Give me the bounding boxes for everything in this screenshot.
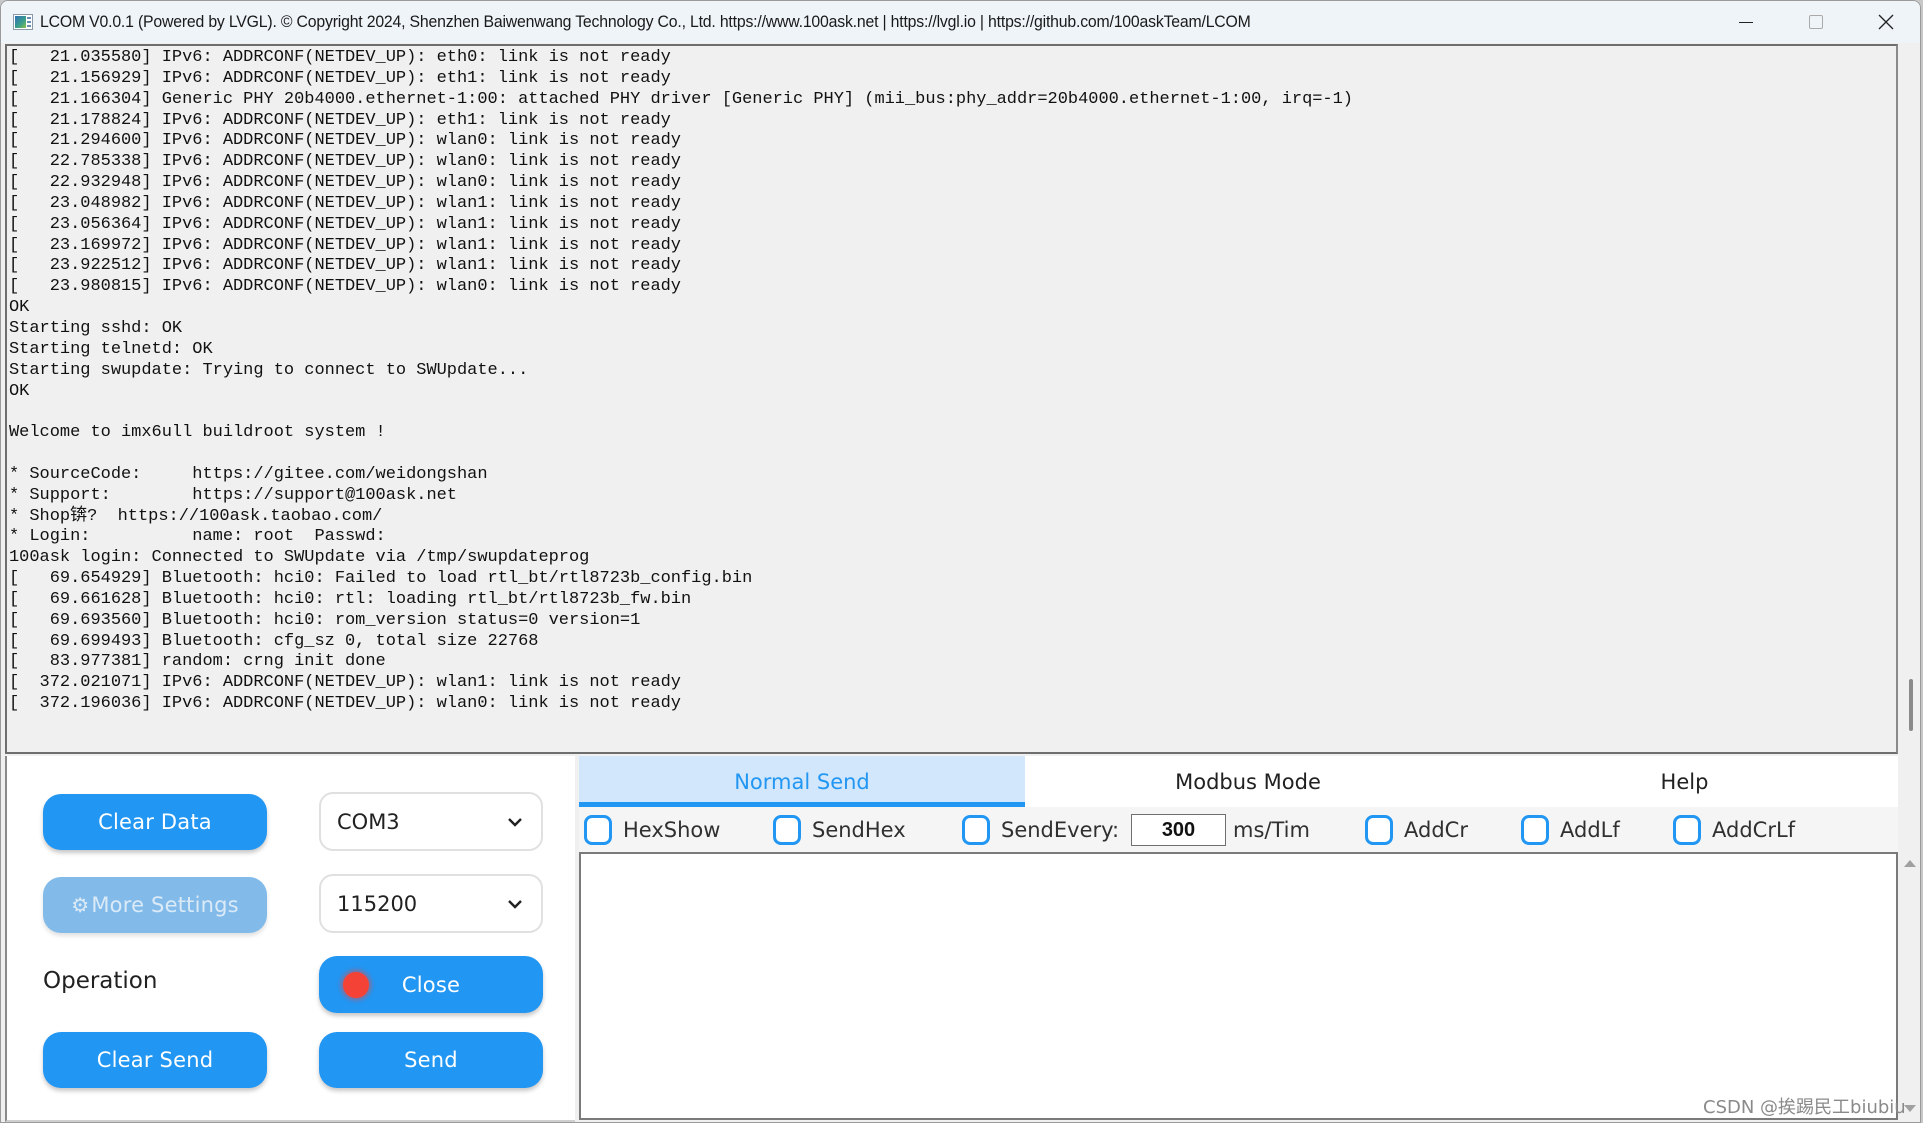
window-title: LCOM V0.0.1 (Powered by LVGL). © Copyrig… [40,12,1251,31]
chevron-down-icon [508,900,522,909]
sendhex-checkbox[interactable]: SendHex [773,814,906,846]
close-window-button[interactable] [1851,1,1920,43]
send-interval-unit: ms/Tim [1233,818,1310,842]
log-line: [ 21.294600] IPv6: ADDRCONF(NETDEV_UP): … [9,131,681,151]
log-line: [ 23.056364] IPv6: ADDRCONF(NETDEV_UP): … [9,214,681,234]
log-line: [ 83.977381] random: crng init done [9,652,386,672]
port-select[interactable]: COM3 [319,792,543,851]
receive-log[interactable]: [ 21.035580] IPv6: ADDRCONF(NETDEV_UP): … [5,44,1898,754]
log-line: [ 21.156929] IPv6: ADDRCONF(NETDEV_UP): … [9,68,671,88]
sendevery-checkbox[interactable]: SendEvery: [962,814,1119,846]
clear-data-label: Clear Data [98,810,212,834]
tab-normal-send[interactable]: Normal Send [579,756,1025,807]
send-button[interactable]: Send [319,1032,543,1088]
clear-send-label: Clear Send [96,1048,214,1072]
gear-icon: ⚙ [71,893,90,917]
send-interval-input[interactable] [1131,814,1226,846]
log-line: [ 23.980815] IPv6: ADDRCONF(NETDEV_UP): … [9,277,681,297]
chevron-down-icon [508,818,522,827]
addlf-label: AddLf [1560,818,1620,842]
minimize-icon [1739,21,1753,23]
receive-log-scrollbar[interactable] [1900,44,1920,754]
checkbox-icon [962,815,990,845]
log-line: [ 372.196036] IPv6: ADDRCONF(NETDEV_UP):… [9,694,681,714]
log-line: [ 23.922512] IPv6: ADDRCONF(NETDEV_UP): … [9,256,681,276]
app-icon [13,14,33,30]
addcr-label: AddCr [1404,818,1468,842]
receive-log-scroll-thumb[interactable] [1909,679,1913,731]
checkbox-icon [773,815,801,845]
log-line: [ 69.661628] Bluetooth: hci0: rtl: loadi… [9,589,692,609]
log-line: * Support: https://support@100ask.net [9,485,457,505]
receive-log-text: [ 21.035580] IPv6: ADDRCONF(NETDEV_UP): … [9,48,1353,715]
close-port-label: Close [401,972,461,997]
send-options-row: HexShow SendHex SendEvery: ms/Tim AddCr … [579,807,1898,852]
log-line: [ 69.654929] Bluetooth: hci0: Failed to … [9,569,753,589]
lcom-window: LCOM V0.0.1 (Powered by LVGL). © Copyrig… [0,0,1921,1123]
scroll-down-arrow-icon[interactable] [1904,1105,1916,1112]
log-line: Starting swupdate: Trying to connect to … [9,360,529,380]
minimize-button[interactable] [1711,1,1781,43]
log-line: [ 21.035580] IPv6: ADDRCONF(NETDEV_UP): … [9,48,671,67]
watermark: CSDN @挨踢民工biubiu [1703,1097,1906,1118]
log-line: [ 22.932948] IPv6: ADDRCONF(NETDEV_UP): … [9,173,681,193]
more-settings-button[interactable]: ⚙ More Settings [43,877,267,933]
log-line: [ 372.021071] IPv6: ADDRCONF(NETDEV_UP):… [9,673,681,693]
sendhex-label: SendHex [812,818,906,842]
tab-help[interactable]: Help [1471,756,1898,807]
baud-rate-select[interactable]: 115200 [319,874,543,933]
log-line: * SourceCode: https://gitee.com/weidongs… [9,464,488,484]
log-line: 100ask login: Connected to SWUpdate via … [9,548,590,568]
port-select-value: COM3 [337,809,400,834]
log-line: [ 69.693560] Bluetooth: hci0: rom_versio… [9,610,641,630]
log-line: [ 23.169972] IPv6: ADDRCONF(NETDEV_UP): … [9,235,681,255]
maximize-button[interactable] [1781,1,1851,43]
log-line: [ 22.785338] IPv6: ADDRCONF(NETDEV_UP): … [9,152,681,172]
operation-label: Operation [43,968,158,994]
sendevery-label: SendEvery: [1001,818,1120,842]
log-line: [ 69.699493] Bluetooth: cfg_sz 0, total … [9,631,539,651]
status-indicator-icon [343,972,369,998]
log-line: [ 21.178824] IPv6: ADDRCONF(NETDEV_UP): … [9,110,671,130]
control-panel: Clear Data COM3 ⚙ More Settings 115200 O… [5,756,575,1122]
clear-send-button[interactable]: Clear Send [43,1032,267,1088]
checkbox-icon [1365,815,1393,845]
close-port-button[interactable]: Close [319,956,543,1013]
log-line: [ 23.048982] IPv6: ADDRCONF(NETDEV_UP): … [9,193,681,213]
log-line: * Login: name: root Passwd: [9,527,386,547]
tab-modbus-mode[interactable]: Modbus Mode [1025,756,1471,807]
mode-tabs: Normal Send Modbus Mode Help [579,756,1898,807]
scroll-up-arrow-icon[interactable] [1904,860,1916,867]
title-bar[interactable]: LCOM V0.0.1 (Powered by LVGL). © Copyrig… [1,1,1920,43]
log-line: OK [9,298,30,318]
close-icon [1878,14,1894,30]
maximize-icon [1809,15,1823,29]
log-line: Starting telnetd: OK [9,339,213,359]
addlf-checkbox[interactable]: AddLf [1521,814,1620,846]
send-label: Send [404,1048,458,1072]
send-textarea-scrollbar[interactable] [1898,852,1920,1120]
more-settings-label: More Settings [91,893,239,917]
addcrlf-label: AddCrLf [1712,818,1796,842]
checkbox-icon [584,815,612,845]
baud-rate-select-value: 115200 [337,891,418,916]
log-line: * Shop锛? https://100ask.taobao.com/ [9,506,383,526]
clear-data-button[interactable]: Clear Data [43,794,267,850]
log-line: [ 21.166304] Generic PHY 20b4000.etherne… [9,89,1353,109]
log-line: OK [9,381,30,401]
hexshow-checkbox[interactable]: HexShow [584,814,720,846]
log-line: Welcome to imx6ull buildroot system ! [9,423,386,443]
log-line: Starting sshd: OK [9,318,183,338]
addcrlf-checkbox[interactable]: AddCrLf [1673,814,1795,846]
checkbox-icon [1521,815,1549,845]
addcr-checkbox[interactable]: AddCr [1365,814,1468,846]
hexshow-label: HexShow [623,818,721,842]
send-textarea[interactable] [579,852,1898,1120]
checkbox-icon [1673,815,1701,845]
